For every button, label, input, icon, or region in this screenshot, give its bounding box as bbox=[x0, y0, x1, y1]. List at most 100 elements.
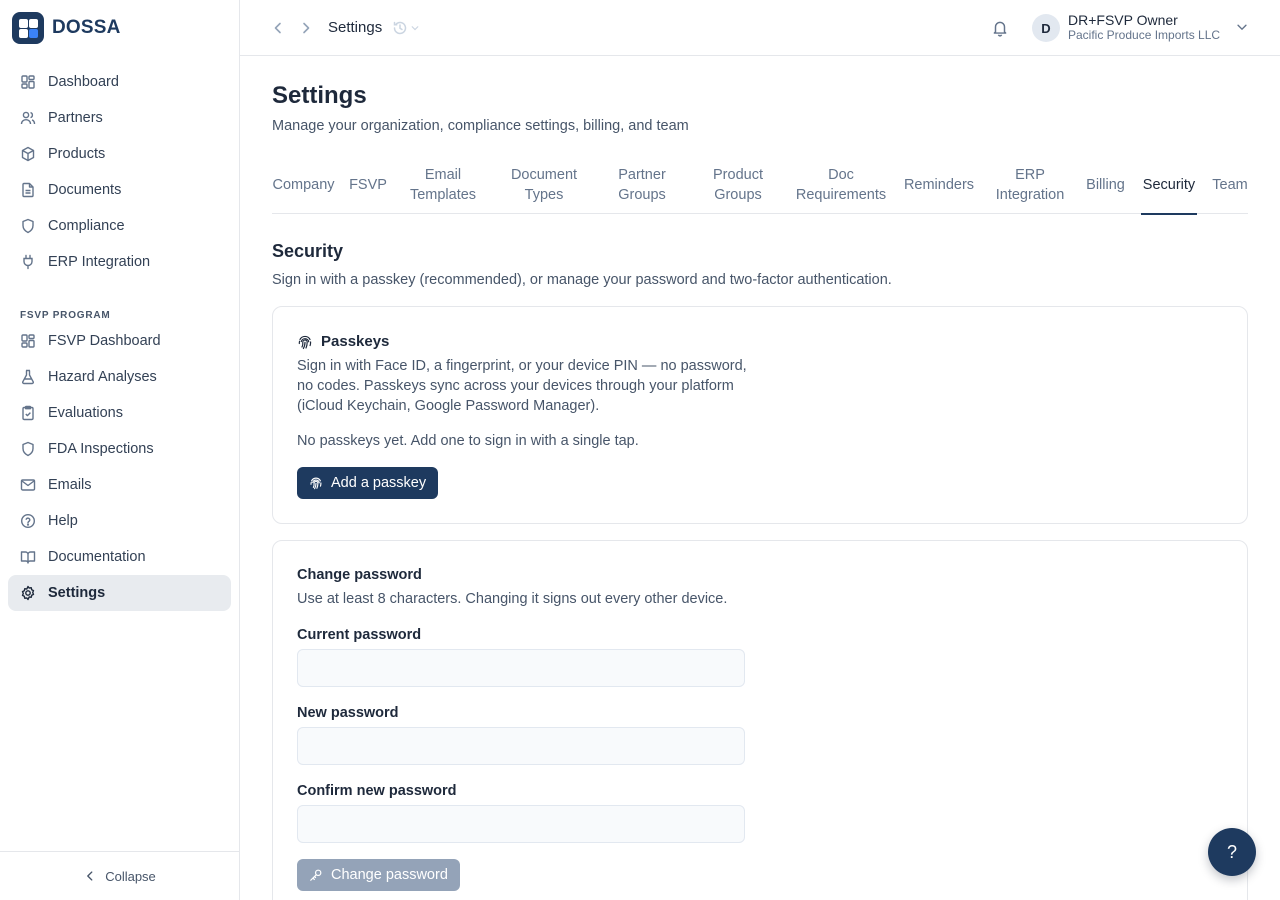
tab-label-line2: Types bbox=[524, 187, 564, 203]
help-circle-icon bbox=[20, 513, 36, 529]
topbar: Settings D DR+FSVP Owner Pacific Produce… bbox=[240, 0, 1280, 56]
sidebar-item-label: Help bbox=[48, 513, 78, 529]
sidebar-item-label: Evaluations bbox=[48, 405, 123, 421]
tab-label: Security bbox=[1142, 177, 1196, 193]
tab-fsvp[interactable]: FSVP bbox=[349, 156, 387, 214]
tab-partner-groups[interactable]: Partner Groups bbox=[607, 156, 677, 214]
plug-icon bbox=[20, 254, 36, 270]
tab-reminders[interactable]: Reminders bbox=[903, 156, 975, 214]
package-icon bbox=[20, 146, 36, 162]
confirm-password-field[interactable] bbox=[297, 805, 745, 843]
tab-document-types[interactable]: Document Types bbox=[504, 156, 584, 214]
section-subtitle: Sign in with a passkey (recommended), or… bbox=[272, 272, 892, 288]
dashboard-icon bbox=[20, 333, 36, 349]
sidebar-nav: Dashboard Partners Products Documents Co… bbox=[8, 64, 231, 611]
new-password-label: New password bbox=[297, 705, 399, 721]
sidebar-item-settings[interactable]: Settings bbox=[8, 575, 231, 611]
sidebar-item-fsvp-dashboard[interactable]: FSVP Dashboard bbox=[8, 323, 231, 359]
sidebar-item-documentation[interactable]: Documentation bbox=[8, 539, 231, 575]
history-icon bbox=[392, 20, 408, 36]
passkeys-card: Passkeys Sign in with Face ID, a fingerp… bbox=[272, 306, 1248, 524]
sidebar-item-emails[interactable]: Emails bbox=[8, 467, 231, 503]
sidebar-item-erp-integration[interactable]: ERP Integration bbox=[8, 244, 231, 280]
file-icon bbox=[20, 182, 36, 198]
sidebar-item-label: Documentation bbox=[48, 549, 146, 565]
sidebar-item-dashboard[interactable]: Dashboard bbox=[8, 64, 231, 100]
add-passkey-button[interactable]: Add a passkey bbox=[297, 467, 439, 499]
sidebar-item-label: Products bbox=[48, 146, 106, 162]
sidebar-item-label: Dashboard bbox=[48, 74, 119, 90]
sidebar-item-documents[interactable]: Documents bbox=[8, 172, 231, 208]
sidebar-item-evaluations[interactable]: Evaluations bbox=[8, 395, 231, 431]
change-password-title: Change password bbox=[297, 567, 422, 583]
sidebar-item-label: FSVP Dashboard bbox=[48, 333, 161, 349]
section-title: Security bbox=[272, 241, 344, 261]
tab-doc-requirements[interactable]: Doc Requirements bbox=[794, 156, 888, 214]
users-icon bbox=[20, 110, 36, 126]
passkeys-heading: Passkeys bbox=[297, 333, 389, 350]
tab-label-line2: Requirements bbox=[795, 187, 887, 203]
change-password-button[interactable]: Change password bbox=[297, 859, 460, 891]
tab-label: ERP bbox=[1015, 167, 1045, 183]
tab-company[interactable]: Company bbox=[272, 156, 335, 214]
sidebar-item-help[interactable]: Help bbox=[8, 503, 231, 539]
flask-icon bbox=[20, 369, 36, 385]
confirm-password-label: Confirm new password bbox=[297, 783, 457, 799]
collapse-sidebar-button[interactable]: Collapse bbox=[0, 851, 239, 900]
tab-erp-integration[interactable]: ERP Integration bbox=[992, 156, 1068, 214]
gear-icon bbox=[20, 585, 36, 601]
shield-icon bbox=[20, 441, 36, 457]
tab-team[interactable]: Team bbox=[1212, 156, 1248, 214]
brand-name: DOSSA bbox=[52, 17, 121, 38]
book-icon bbox=[20, 549, 36, 565]
tab-email-templates[interactable]: Email Templates bbox=[403, 156, 483, 214]
tab-billing[interactable]: Billing bbox=[1085, 156, 1126, 214]
change-password-label: Change password bbox=[331, 867, 448, 883]
new-password-field[interactable] bbox=[297, 727, 745, 765]
collapse-label: Collapse bbox=[105, 868, 156, 884]
tab-label-line2: Integration bbox=[995, 187, 1065, 203]
sidebar-item-fda-inspections[interactable]: FDA Inspections bbox=[8, 431, 231, 467]
passkeys-description: Sign in with Face ID, a fingerprint, or … bbox=[297, 358, 747, 414]
sidebar: DOSSA Dashboard Partners Products Docume… bbox=[0, 0, 240, 900]
sidebar-section-fsvp: FSVP PROGRAM bbox=[20, 310, 111, 321]
dashboard-icon bbox=[20, 74, 36, 90]
sidebar-item-label: Hazard Analyses bbox=[48, 369, 157, 385]
tab-label: Billing bbox=[1086, 177, 1125, 193]
passkeys-title: Passkeys bbox=[321, 333, 390, 350]
change-password-subtitle: Use at least 8 characters. Changing it s… bbox=[297, 591, 728, 607]
tab-label: Product bbox=[713, 167, 763, 183]
forward-arrow-icon[interactable] bbox=[298, 20, 314, 36]
chevron-down-icon[interactable] bbox=[1235, 20, 1249, 34]
notifications-bell-icon[interactable] bbox=[991, 19, 1009, 37]
sidebar-item-hazard-analyses[interactable]: Hazard Analyses bbox=[8, 359, 231, 395]
sidebar-item-products[interactable]: Products bbox=[8, 136, 231, 172]
clipboard-check-icon bbox=[20, 405, 36, 421]
sidebar-item-label: Partners bbox=[48, 110, 103, 126]
back-arrow-icon[interactable] bbox=[270, 20, 286, 36]
sidebar-item-compliance[interactable]: Compliance bbox=[8, 208, 231, 244]
tab-label-line2: Groups bbox=[714, 187, 762, 203]
user-avatar[interactable]: D bbox=[1032, 14, 1060, 42]
help-fab-label: ? bbox=[1226, 841, 1237, 862]
page-subtitle: Manage your organization, compliance set… bbox=[272, 118, 689, 134]
sidebar-item-label: FDA Inspections bbox=[48, 441, 154, 457]
current-password-label: Current password bbox=[297, 627, 422, 643]
key-icon bbox=[309, 868, 323, 882]
fingerprint-icon bbox=[309, 476, 323, 490]
tab-security[interactable]: Security bbox=[1141, 156, 1197, 215]
add-passkey-label: Add a passkey bbox=[331, 475, 427, 491]
tab-label: Reminders bbox=[903, 177, 975, 193]
help-fab-button[interactable]: ? bbox=[1208, 828, 1256, 876]
current-password-field[interactable] bbox=[297, 649, 745, 687]
chevron-left-icon bbox=[83, 869, 97, 883]
user-name[interactable]: DR+FSVP Owner bbox=[1068, 12, 1178, 28]
sidebar-item-label: ERP Integration bbox=[48, 254, 151, 270]
chevron-down-icon bbox=[410, 23, 420, 33]
logo-icon bbox=[12, 12, 44, 44]
sidebar-item-partners[interactable]: Partners bbox=[8, 100, 231, 136]
tab-product-groups[interactable]: Product Groups bbox=[703, 156, 773, 214]
sidebar-item-label: Emails bbox=[48, 477, 92, 493]
brand-logo[interactable]: DOSSA bbox=[12, 12, 121, 44]
history-dropdown[interactable] bbox=[392, 20, 420, 36]
